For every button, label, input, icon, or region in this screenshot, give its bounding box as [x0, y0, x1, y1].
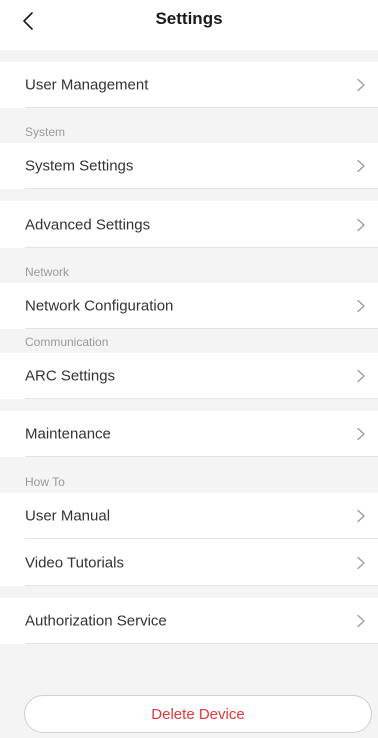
- row-video-tutorials[interactable]: Video Tutorials: [0, 539, 378, 586]
- chevron-right-icon: [356, 218, 366, 232]
- row-network-configuration[interactable]: Network Configuration: [0, 283, 378, 329]
- chevron-right-icon: [356, 427, 366, 441]
- row-label: System Settings: [25, 157, 134, 175]
- divider: [25, 328, 378, 329]
- row-system-settings[interactable]: System Settings: [0, 143, 378, 189]
- row-authorization-service[interactable]: Authorization Service: [0, 598, 378, 644]
- chevron-right-icon: [356, 556, 366, 570]
- row-label: User Management: [25, 76, 149, 94]
- section-label-system: System: [25, 125, 66, 139]
- chevron-right-icon: [356, 159, 366, 173]
- settings-screen: Settings User Management System System S…: [0, 0, 378, 738]
- section-label-network: Network: [25, 265, 70, 279]
- row-label: Advanced Settings: [25, 216, 151, 233]
- header-bar: Settings: [0, 0, 378, 50]
- divider: [25, 107, 378, 108]
- chevron-right-icon: [356, 78, 366, 92]
- delete-device-button[interactable]: Delete Device: [24, 695, 372, 733]
- row-label: Video Tutorials: [25, 554, 124, 571]
- chevron-right-icon: [356, 299, 366, 313]
- divider: [25, 585, 378, 586]
- row-label: Authorization Service: [25, 612, 167, 630]
- chevron-right-icon: [356, 369, 366, 383]
- divider: [25, 247, 378, 248]
- section-label-communication: Communication: [25, 335, 109, 349]
- row-user-manual[interactable]: User Manual: [0, 493, 378, 539]
- row-label: Network Configuration: [25, 297, 174, 315]
- row-label: ARC Settings: [25, 367, 116, 385]
- row-maintenance[interactable]: Maintenance: [0, 411, 378, 457]
- divider: [25, 643, 378, 644]
- divider: [25, 456, 378, 457]
- section-label-how-to: How To: [25, 475, 65, 489]
- chevron-right-icon: [356, 509, 366, 523]
- row-label: Maintenance: [25, 425, 111, 443]
- row-advanced-settings[interactable]: Advanced Settings: [0, 201, 378, 248]
- chevron-right-icon: [356, 614, 366, 628]
- row-arc-settings[interactable]: ARC Settings: [0, 353, 378, 399]
- row-label: User Manual: [25, 507, 111, 525]
- divider: [25, 398, 378, 399]
- page-title: Settings: [155, 9, 223, 28]
- divider: [25, 188, 378, 189]
- row-user-management[interactable]: User Management: [0, 62, 378, 108]
